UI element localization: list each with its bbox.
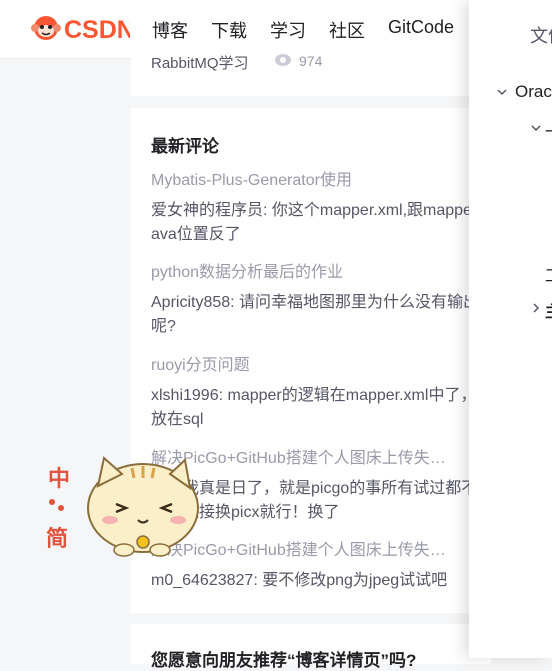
comment-text[interactable]: xlshi1996: mapper的逻辑在mapper.xml中了，放在sql	[151, 384, 491, 432]
logo-text: CSDN	[64, 16, 130, 44]
comment-item: Mybatis-Plus-Generator使用 爱女神的程序员: 你这个map…	[151, 171, 491, 247]
comment-article-link[interactable]: 解决PicGo+GitHub搭建个人图床上传失…	[151, 541, 491, 561]
chevron-down-icon[interactable]	[495, 85, 509, 99]
comment-article-link[interactable]: ruoyi分页问题	[151, 356, 491, 376]
toc-item-label: Oracle	[515, 82, 552, 101]
chevron-right-icon[interactable]	[529, 301, 543, 315]
popular-article-card: RabbitMQ学习 974	[131, 40, 491, 96]
view-count: 974	[299, 53, 323, 69]
comment-text[interactable]: 爱女神的程序员: 你这个mapper.xml,跟mapper.java位置反了	[151, 199, 491, 247]
comment-item: 解决PicGo+GitHub搭建个人图床上传失… m0_64623827: 要不…	[151, 541, 491, 593]
comment-item: 解决PicGo+GitHub搭建个人图床上传失… 丶：我真是日了，就是picgo…	[151, 449, 491, 525]
recommend-survey-card: 您愿意向朋友推荐“博客详情页”吗?	[131, 624, 491, 670]
survey-title: 您愿意向朋友推荐“博客详情页”吗?	[151, 651, 417, 670]
article-link[interactable]: RabbitMQ学习	[151, 52, 249, 73]
comment-item: python数据分析最后的作业 Apricity858: 请问幸福地图那里为什么…	[151, 263, 491, 339]
comment-text[interactable]: Apricity858: 请问幸福地图那里为什么没有输出呢?	[151, 291, 491, 339]
comment-article-link[interactable]: Mybatis-Plus-Generator使用	[151, 171, 491, 191]
chevron-down-icon[interactable]	[529, 121, 543, 135]
toc-subitem-label[interactable]: 主	[545, 298, 552, 322]
toc-subitem-label[interactable]: 一	[545, 118, 552, 142]
comment-text[interactable]: 丶：我真是日了，就是picgo的事所有试过都不行！直接换picx就行！换了	[151, 477, 491, 525]
sticker-char-zh: 中	[48, 467, 70, 492]
toc-drawer: 文件 Oracle 一 工 主	[469, 0, 552, 658]
comment-text[interactable]: m0_64623827: 要不修改png为jpeg试试吧	[151, 569, 491, 593]
drawer-title: 文件	[530, 26, 552, 46]
comment-article-link[interactable]: python数据分析最后的作业	[151, 263, 491, 283]
eye-icon	[275, 54, 291, 66]
language-toggle-cat-sticker[interactable]: 中 简	[40, 446, 200, 558]
toc-item-oracle[interactable]: Oracle	[495, 82, 552, 102]
csdn-logo[interactable]: CSDN	[30, 12, 130, 44]
toc-subitem-label[interactable]: 工	[545, 262, 552, 286]
comment-article-link[interactable]: 解决PicGo+GitHub搭建个人图床上传失…	[151, 449, 491, 469]
card-title: 最新评论	[151, 137, 219, 156]
sticker-char-simplified: 简	[46, 526, 68, 552]
comment-item: ruoyi分页问题 xlshi1996: mapper的逻辑在mapper.xm…	[151, 356, 491, 432]
